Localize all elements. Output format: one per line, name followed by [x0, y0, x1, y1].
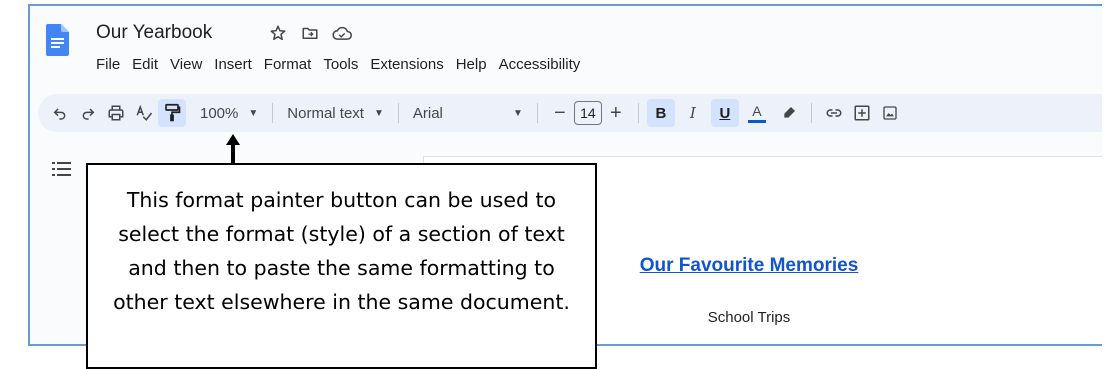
zoom-value: 100% [200, 104, 239, 122]
undo-icon [53, 108, 66, 120]
increase-font-size-button[interactable]: + [602, 99, 630, 127]
highlight-color-button[interactable] [775, 99, 803, 127]
callout-text: This format painter button can be used t… [113, 188, 570, 314]
menu-view[interactable]: View [164, 54, 208, 75]
underline-icon: U [719, 104, 731, 122]
image-icon [883, 106, 897, 120]
bold-button[interactable]: B [646, 99, 675, 127]
undo-button[interactable] [46, 99, 74, 127]
redo-icon [82, 108, 95, 120]
plus-icon: + [610, 101, 622, 124]
zoom-select[interactable]: 100% ▼ [194, 99, 264, 127]
divider [272, 103, 274, 123]
font-size-input[interactable]: 14 [573, 101, 602, 125]
annotation-callout: This format painter button can be used t… [86, 163, 597, 369]
menu-edit[interactable]: Edit [126, 54, 164, 75]
text-color-button[interactable]: A [743, 99, 771, 127]
chevron-down-icon: ▼ [373, 107, 384, 119]
menu-file[interactable]: File [96, 54, 126, 75]
decrease-font-size-button[interactable]: − [546, 99, 574, 127]
insert-link-button[interactable] [820, 99, 848, 127]
document-title[interactable]: Our Yearbook [96, 22, 212, 44]
menu-accessibility[interactable]: Accessibility [493, 54, 587, 75]
text-color-icon: A [752, 102, 762, 119]
star-icon[interactable] [268, 23, 288, 43]
underline-button[interactable]: U [710, 99, 739, 127]
insert-image-button[interactable] [876, 99, 904, 127]
divider [536, 103, 538, 123]
spellcheck-icon [136, 104, 153, 121]
font-select[interactable]: Arial ▼ [407, 99, 529, 127]
annotation-arrow [226, 134, 240, 166]
divider [810, 103, 812, 123]
text-color-swatch [747, 119, 766, 123]
menu-insert[interactable]: Insert [208, 54, 258, 75]
menu-tools[interactable]: Tools [317, 54, 364, 75]
chevron-down-icon: ▼ [248, 107, 259, 119]
menu-help[interactable]: Help [450, 54, 493, 75]
link-icon [826, 109, 842, 117]
menu-bar: File Edit View Insert Format Tools Exten… [96, 54, 586, 75]
redo-button[interactable] [74, 99, 102, 127]
print-icon [108, 105, 124, 121]
move-to-folder-icon[interactable] [300, 23, 320, 43]
cloud-saved-icon[interactable] [332, 23, 352, 43]
italic-icon: I [689, 104, 696, 122]
paragraph-style-select[interactable]: Normal text ▼ [281, 99, 390, 127]
divider [397, 103, 399, 123]
document-outline-icon[interactable] [52, 160, 72, 178]
paint-format-button[interactable] [158, 99, 186, 127]
paragraph-style-value: Normal text [287, 104, 364, 122]
insert-comment-button[interactable] [848, 99, 876, 127]
menu-extensions[interactable]: Extensions [364, 54, 449, 75]
title-actions [268, 23, 352, 43]
menu-format[interactable]: Format [258, 54, 318, 75]
divider [637, 103, 639, 123]
google-docs-logo-icon[interactable] [46, 24, 69, 56]
formatting-toolbar: 100% ▼ Normal text ▼ Arial ▼ − 14 + B I … [38, 94, 1102, 132]
font-value: Arial [412, 104, 443, 122]
minus-icon: − [554, 101, 566, 124]
chevron-down-icon: ▼ [512, 107, 523, 119]
add-comment-icon [854, 105, 870, 121]
bold-icon: B [655, 104, 667, 122]
highlighter-icon [784, 107, 795, 118]
italic-button[interactable]: I [679, 99, 707, 127]
spelling-check-button[interactable] [130, 99, 158, 127]
print-button[interactable] [102, 99, 130, 127]
paint-format-icon [165, 103, 181, 122]
